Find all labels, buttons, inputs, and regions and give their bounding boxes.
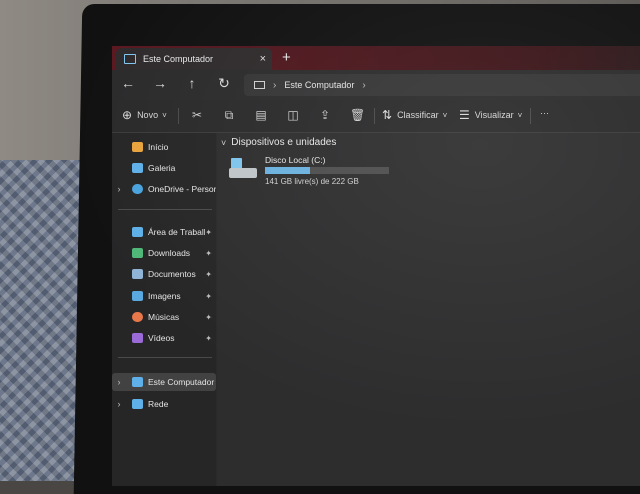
sidebar-item-onedrive[interactable]: › OneDrive - Persona — [112, 180, 216, 198]
paste-icon[interactable]: ▤ — [254, 108, 268, 122]
view-icon: ☰ — [459, 108, 470, 122]
address-bar[interactable]: › Este Computador › — [244, 74, 640, 96]
delete-icon[interactable]: 🗑 — [350, 108, 365, 122]
view-button-label: Visualizar — [474, 110, 514, 120]
drive-item-c[interactable]: Disco Local (C:) 141 GB livre(s) de 222 … — [229, 155, 399, 195]
drive-name: Disco Local (C:) — [265, 155, 326, 165]
chevron-down-icon: ˅ — [442, 110, 448, 120]
sidebar-item-imagens[interactable]: Imagens ✦ — [112, 287, 216, 305]
chevron-down-icon: ˅ — [517, 110, 523, 120]
tab-title: Este Computador — [143, 54, 214, 64]
sidebar-item-musicas[interactable]: Músicas ✦ — [112, 308, 216, 326]
sidebar-divider — [118, 209, 212, 210]
new-tab-button[interactable]: + — [282, 49, 291, 66]
sidebar-item-rede[interactable]: › Rede — [112, 395, 216, 413]
sidebar-item-label: Início — [148, 142, 169, 152]
computer-icon — [124, 54, 136, 64]
sidebar-item-label: Downloads — [148, 248, 191, 258]
drive-usage-bar — [265, 167, 389, 174]
up-button[interactable]: ↑ — [182, 75, 202, 91]
sidebar-item-label: Músicas — [148, 312, 180, 322]
sort-button[interactable]: ⇅ Classificar ˅ — [382, 108, 447, 122]
sidebar-item-label: OneDrive - Persona — [148, 184, 216, 194]
pin-icon[interactable]: ✦ — [205, 228, 212, 237]
pin-icon[interactable]: ✦ — [205, 292, 212, 301]
toolbar-divider — [178, 108, 179, 124]
chevron-down-icon: ˅ — [221, 137, 227, 148]
sidebar-item-area-de-trabalho[interactable]: Área de Trabalho ✦ — [112, 223, 216, 241]
plus-circle-icon: ⊕ — [122, 108, 133, 122]
pin-icon[interactable]: ✦ — [205, 334, 212, 343]
documents-icon — [132, 269, 143, 279]
cut-icon[interactable]: ✂ — [190, 108, 204, 122]
toolbar-divider — [374, 108, 375, 124]
pin-icon[interactable]: ✦ — [205, 249, 212, 258]
sort-button-label: Classificar — [397, 110, 439, 120]
breadcrumb[interactable]: Este Computador — [284, 80, 354, 90]
chevron-down-icon: ˅ — [162, 110, 167, 120]
sidebar-item-galeria[interactable]: Galeria — [112, 159, 216, 177]
sidebar-item-este-computador[interactable]: › Este Computador — [112, 373, 216, 391]
chevron-right-icon[interactable]: › — [112, 399, 126, 409]
home-icon — [132, 142, 143, 152]
pin-icon[interactable]: ✦ — [205, 270, 212, 279]
chevron-right-icon[interactable]: › — [112, 184, 126, 194]
back-button[interactable]: ← — [118, 75, 138, 91]
gallery-icon — [132, 163, 143, 173]
sidebar-item-label: Vídeos — [148, 333, 175, 343]
title-bar: Este Computador × + — [112, 46, 640, 70]
drive-icon — [229, 158, 257, 180]
close-tab-icon[interactable]: × — [260, 53, 266, 65]
refresh-button[interactable]: ↻ — [214, 75, 234, 92]
toolbar-divider — [530, 108, 531, 124]
music-icon — [132, 312, 143, 322]
cloud-icon — [132, 184, 143, 194]
drive-free-space: 141 GB livre(s) de 222 GB — [265, 177, 359, 186]
tab-este-computador[interactable]: Este Computador × — [116, 48, 272, 70]
forward-button[interactable]: → — [150, 75, 170, 91]
new-button-label: Novo — [137, 110, 159, 120]
sidebar-item-videos[interactable]: Vídeos ✦ — [112, 329, 216, 347]
background-sofa — [0, 160, 86, 481]
sidebar-item-documentos[interactable]: Documentos ✦ — [112, 265, 216, 283]
navigation-bar: ← → ↑ ↻ › Este Computador › — [112, 70, 640, 100]
sidebar-item-label: Rede — [148, 399, 169, 409]
group-header-label: Dispositivos e unidades — [231, 137, 337, 148]
content-pane: ˅ Dispositivos e unidades Disco Local (C… — [217, 133, 640, 486]
navigation-pane: Início Galeria › OneDrive - Persona Área… — [112, 133, 216, 486]
view-button[interactable]: ☰ Visualizar ˅ — [459, 108, 522, 122]
sidebar-item-label: Imagens — [148, 291, 181, 301]
sidebar-item-downloads[interactable]: Downloads ✦ — [112, 244, 216, 262]
monitor-icon — [254, 81, 265, 89]
sidebar-item-inicio[interactable]: Início — [112, 138, 216, 156]
sidebar-item-label: Este Computador — [148, 377, 215, 387]
computer-icon — [132, 377, 143, 387]
more-options-button[interactable]: ··· — [540, 108, 549, 118]
sidebar-item-label: Área de Trabalho — [148, 227, 205, 237]
rename-icon[interactable]: ◫ — [286, 108, 300, 122]
pin-icon[interactable]: ✦ — [205, 313, 212, 322]
sort-icon: ⇅ — [382, 108, 393, 122]
sidebar-item-label: Galeria — [148, 163, 176, 173]
new-button[interactable]: ⊕ Novo ˅ — [122, 108, 167, 122]
breadcrumb-separator: › — [273, 79, 277, 91]
drive-usage-fill — [265, 167, 310, 174]
group-header[interactable]: ˅ Dispositivos e unidades — [221, 137, 336, 148]
file-explorer-window: Este Computador × + ← → ↑ ↻ › Este Compu… — [112, 46, 640, 486]
breadcrumb-separator[interactable]: › — [362, 80, 365, 91]
network-icon — [132, 399, 143, 409]
sidebar-item-label: Documentos — [148, 269, 196, 279]
share-icon[interactable]: ⇪ — [318, 108, 332, 122]
pictures-icon — [132, 291, 143, 301]
chevron-right-icon[interactable]: › — [112, 377, 126, 387]
command-bar: ⊕ Novo ˅ ✂ ⧉ ▤ ◫ ⇪ 🗑 ⇅ Classificar ˅ ☰ V… — [112, 100, 640, 133]
sidebar-divider — [118, 357, 212, 358]
copy-icon[interactable]: ⧉ — [222, 108, 236, 122]
download-icon — [132, 248, 143, 258]
desktop-icon — [132, 227, 143, 237]
videos-icon — [132, 333, 143, 343]
